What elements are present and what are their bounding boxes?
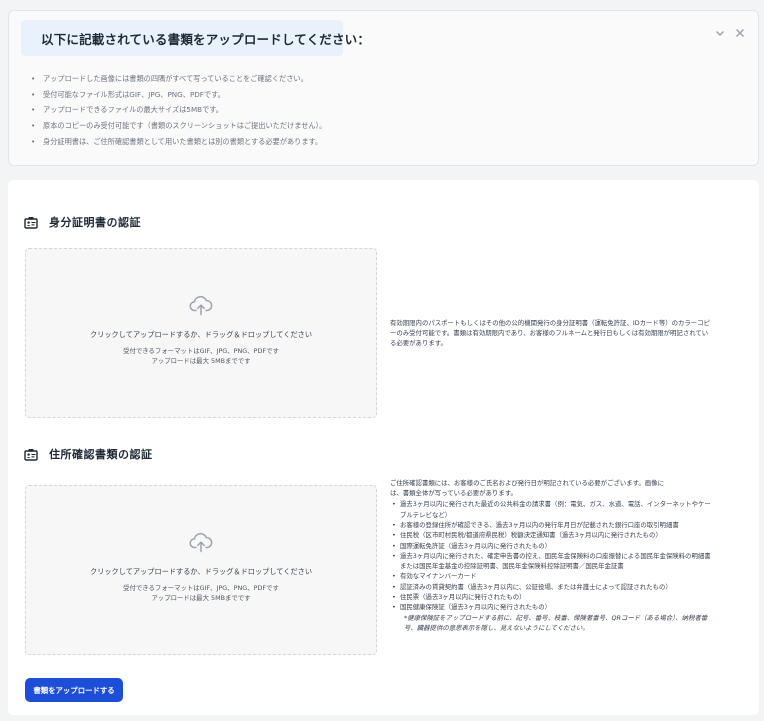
address-dropzone[interactable]: クリックしてアップロードするか、ドラッグ＆ドロップしてください 受付できるフォー…	[25, 485, 377, 655]
address-document-item: 有効なマイナンバーカード	[390, 571, 711, 582]
dropzone-format-hint: 受付できるフォーマットはGIF、JPG、PNG、PDFです アップロードは最大 …	[26, 346, 376, 366]
health-insurance-note: *健康保険証をアップロードする前に、記号、番号、枝番、保険者番号、QRコード（あ…	[390, 613, 711, 633]
upload-card: 身分証明書の認証 クリックしてアップロードするか、ドラッグ＆ドロップしてください…	[8, 180, 759, 715]
identity-section-title: 身分証明書の認証	[49, 216, 141, 229]
address-section-header: 住所確認書類の認証	[24, 446, 153, 462]
address-description: ご住所確認書類には、お客様のご氏名および発行日が明記されている必要がございます。…	[390, 478, 711, 633]
address-document-item: 国際運転免許証（過去3ヶ月以内に発行されたもの）	[390, 541, 711, 552]
close-icon[interactable]	[734, 27, 746, 39]
dropzone-instruction: クリックしてアップロードするか、ドラッグ＆ドロップしてください	[89, 330, 313, 339]
note-line: 号、臓器提供の意思表示を隠し、見えないようにしてください。	[404, 623, 589, 632]
notice-item: 受付可能なファイル形式はGIF、JPG、PNG、PDFです。	[31, 90, 326, 98]
notice-item: 身分証明書は、ご住所確認書類として用いた書類とは別の書類とする必要があります。	[31, 138, 326, 146]
requirements-notice: 以下に記載されている書類をアップロードしてください： アップロードした画像には書…	[8, 10, 759, 166]
dropzone-formats: 受付できるフォーマットはGIF、JPG、PNG、PDFです	[123, 584, 279, 592]
address-intro-line: は、書類全体が写っている必要があります。	[390, 489, 517, 498]
address-document-item: お客様の登録住所が確認できる、過去3ヶ月以内の発行年月日が記載された銀行口座の取…	[390, 520, 711, 531]
identity-description-line: ーのみ受付可能です。書類は有効期限内であり、お客様のフルネームと発行日もしくは有…	[390, 329, 709, 338]
dropzone-instruction: クリックしてアップロードするか、ドラッグ＆ドロップしてください	[89, 567, 313, 576]
identity-dropzone[interactable]: クリックしてアップロードするか、ドラッグ＆ドロップしてください 受付できるフォー…	[25, 248, 377, 418]
dropzone-format-hint: 受付できるフォーマットはGIF、JPG、PNG、PDFです アップロードは最大 …	[26, 583, 376, 603]
upload-documents-button[interactable]: 書類をアップロードする	[25, 678, 123, 702]
dropzone-formats: 受付できるフォーマットはGIF、JPG、PNG、PDFです	[123, 347, 279, 355]
address-document-item-continued: ブルテレビなど）	[400, 510, 452, 519]
notice-actions	[714, 27, 746, 39]
notice-title: 以下に記載されている書類をアップロードしてください：	[41, 31, 371, 47]
identity-description: 有効期限内のパスポートもしくはその他の公的機関発行の身分証明書（運転免許証、ID…	[390, 318, 710, 349]
note-line: *健康保険証をアップロードする前に、記号、番号、枝番、保険者番号、QRコード（あ…	[404, 613, 708, 622]
address-document-item: 国民健康保険証（過去3ヶ月以内に発行されたもの）	[390, 602, 711, 613]
chevron-down-icon[interactable]	[714, 27, 726, 39]
address-document-item: 過去3ヶ月以内に発行された最近の公共料金の請求書（例：電気、ガス、水道、電話、イ…	[390, 499, 711, 510]
notice-list: アップロードした画像には書類の四隅がすべて写っていることをご確認ください。 受付…	[31, 75, 326, 153]
id-card-icon	[24, 448, 38, 461]
address-document-item: 住民税（区市町村民税/都道府県民税）税額決定通知書（過去3ヶ月以内に発行されたも…	[390, 530, 711, 541]
address-document-item-continued: または国民年金基金の控除証明書、国民年金保険料控除証明書／国民年金証書	[400, 562, 624, 571]
dropzone-max-size: アップロードは最大 5MBまでです	[151, 594, 251, 602]
identity-description-line: 有効期限内のパスポートもしくはその他の公的機関発行の身分証明書（運転免許証、ID…	[390, 319, 710, 327]
address-intro-line: ご住所確認書類には、お客様のご氏名および発行日が明記されている必要がございます。…	[390, 479, 664, 487]
cloud-upload-icon	[189, 295, 213, 316]
identity-section-header: 身分証明書の認証	[24, 214, 141, 230]
cloud-upload-icon	[189, 532, 213, 553]
notice-item: アップロードできるファイルの最大サイズは5MBです。	[31, 106, 326, 114]
id-card-icon	[24, 216, 38, 229]
address-section-title: 住所確認書類の認証	[49, 448, 153, 461]
address-document-item: 住民票（過去3ヶ月以内に発行されたもの）	[390, 592, 711, 603]
address-document-item: 認証済みの賃貸契約書（過去3ヶ月以内に、公証役場、または弁護士によって認証された…	[390, 582, 711, 593]
notice-item: 原本のコピーのみ受付可能です（書類のスクリーンショットはご提出いただけません）。	[31, 122, 326, 130]
dropzone-max-size: アップロードは最大 5MBまでです	[151, 357, 251, 365]
address-document-list: 過去3ヶ月以内に発行された最近の公共料金の請求書（例：電気、ガス、水道、電話、イ…	[390, 499, 711, 613]
identity-description-line: る必要があります。	[390, 339, 447, 348]
notice-header: 以下に記載されている書類をアップロードしてください：	[21, 20, 370, 56]
address-document-item: 過去3ヶ月以内に発行された、確定申告書の控え、国民年金保険料の口座振替による国民…	[390, 551, 711, 562]
notice-item: アップロードした画像には書類の四隅がすべて写っていることをご確認ください。	[31, 75, 326, 83]
